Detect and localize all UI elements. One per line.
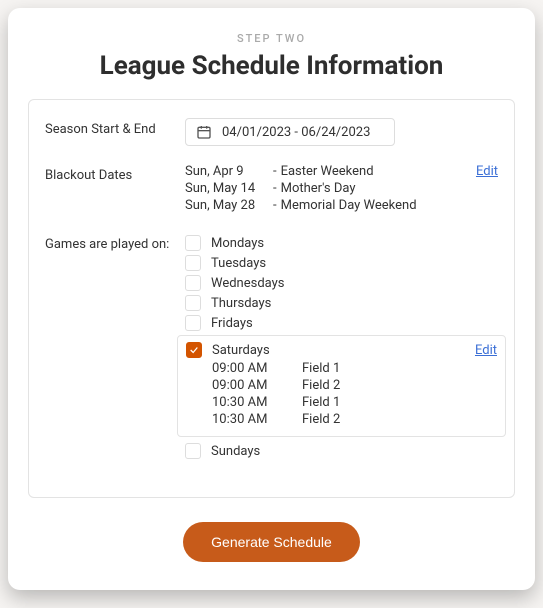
- slot-field: Field 2: [302, 412, 340, 427]
- checkbox-icon: [185, 295, 201, 311]
- blackout-item: Sun, May 28 - Memorial Day Weekend: [185, 198, 498, 213]
- generate-schedule-button[interactable]: Generate Schedule: [183, 522, 360, 562]
- form-container: Season Start & End 04/01/2023 - 06/24/20…: [28, 99, 515, 498]
- day-label: Sundays: [211, 444, 260, 459]
- slot-field: Field 2: [302, 378, 340, 393]
- saturday-edit-link[interactable]: Edit: [475, 343, 497, 358]
- checkbox-checked-icon: [186, 342, 202, 358]
- slot-time: 10:30 AM: [212, 395, 302, 410]
- day-label: Wednesdays: [211, 276, 285, 291]
- blackout-list: Sun, Apr 9 - Easter Weekend Sun, May 14 …: [185, 164, 498, 213]
- day-thursday[interactable]: Thursdays: [185, 293, 498, 313]
- day-label: Tuesdays: [211, 256, 266, 271]
- day-friday[interactable]: Fridays: [185, 313, 498, 333]
- step-label: STEP TWO: [28, 32, 515, 45]
- day-label: Saturdays: [212, 343, 270, 358]
- checkbox-icon: [185, 275, 201, 291]
- slot-row: 10:30 AM Field 1: [212, 394, 497, 411]
- season-date-value: 04/01/2023 - 06/24/2023: [222, 125, 370, 140]
- blackout-date: Sun, Apr 9: [185, 164, 273, 179]
- checkbox-icon: [185, 255, 201, 271]
- games-label: Games are played on:: [45, 233, 185, 252]
- slot-field: Field 1: [302, 361, 340, 376]
- day-tuesday[interactable]: Tuesdays: [185, 253, 498, 273]
- day-monday[interactable]: Mondays: [185, 233, 498, 253]
- blackout-row: Blackout Dates Edit Sun, Apr 9 - Easter …: [45, 164, 498, 215]
- slot-field: Field 1: [302, 395, 340, 410]
- season-date-input[interactable]: 04/01/2023 - 06/24/2023: [185, 118, 395, 146]
- blackout-item: Sun, Apr 9 - Easter Weekend: [185, 164, 498, 179]
- day-label: Thursdays: [211, 296, 271, 311]
- checkbox-icon: [185, 443, 201, 459]
- blackout-item: Sun, May 14 - Mother's Day: [185, 181, 498, 196]
- day-wednesday[interactable]: Wednesdays: [185, 273, 498, 293]
- page-title: League Schedule Information: [28, 51, 515, 81]
- saturday-block: Saturdays Edit 09:00 AM Field 1 09:00 AM…: [177, 335, 506, 437]
- slot-time: 10:30 AM: [212, 412, 302, 427]
- day-label: Mondays: [211, 236, 264, 251]
- schedule-form-card: STEP TWO League Schedule Information Sea…: [8, 8, 535, 590]
- checkbox-icon: [185, 315, 201, 331]
- saturday-slots: 09:00 AM Field 1 09:00 AM Field 2 10:30 …: [212, 360, 497, 428]
- day-sunday[interactable]: Sundays: [185, 441, 498, 461]
- blackout-name: Memorial Day Weekend: [281, 198, 417, 213]
- blackout-date: Sun, May 28: [185, 198, 273, 213]
- blackout-name: Easter Weekend: [281, 164, 374, 179]
- blackout-label: Blackout Dates: [45, 164, 185, 183]
- blackout-name: Mother's Day: [281, 181, 356, 196]
- day-saturday[interactable]: Saturdays: [186, 342, 270, 358]
- games-row: Games are played on: Mondays Tuesdays We…: [45, 233, 498, 461]
- season-label: Season Start & End: [45, 118, 185, 137]
- season-row: Season Start & End 04/01/2023 - 06/24/20…: [45, 118, 498, 146]
- blackout-edit-link[interactable]: Edit: [476, 164, 498, 179]
- day-label: Fridays: [211, 316, 253, 331]
- slot-row: 10:30 AM Field 2: [212, 411, 497, 428]
- slot-row: 09:00 AM Field 2: [212, 377, 497, 394]
- slot-time: 09:00 AM: [212, 361, 302, 376]
- checkbox-icon: [185, 235, 201, 251]
- slot-row: 09:00 AM Field 1: [212, 360, 497, 377]
- calendar-icon: [196, 124, 212, 140]
- slot-time: 09:00 AM: [212, 378, 302, 393]
- blackout-date: Sun, May 14: [185, 181, 273, 196]
